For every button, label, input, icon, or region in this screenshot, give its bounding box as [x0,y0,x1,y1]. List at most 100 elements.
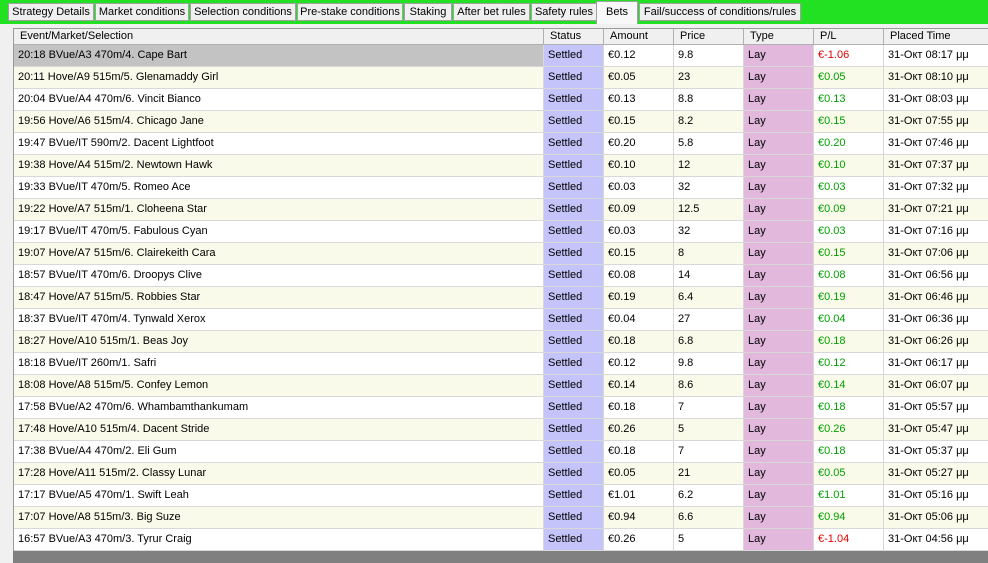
bet-status-cell: Settled [544,529,604,551]
bet-event-cell: 19:47 BVue/IT 590m/2. Dacent Lightfoot [14,133,544,155]
bet-placed-time-cell: 31-Окт 04:56 μμ [884,529,988,551]
grid-header: Event/Market/Selection Status Amount Pri… [14,29,988,45]
table-row[interactable]: 17:58 BVue/A2 470m/6. Whambamthankumam Se… [14,397,988,419]
bet-price-cell: 12.5 [674,199,744,221]
bet-placed-time-cell: 31-Окт 07:37 μμ [884,155,988,177]
table-row[interactable]: 20:11 Hove/A9 515m/5. Glenamaddy Girl Set… [14,67,988,89]
bet-pl-cell: €0.15 [814,243,884,265]
table-row[interactable]: 19:22 Hove/A7 515m/1. Cloheena Star Settl… [14,199,988,221]
bet-amount-cell: €0.18 [604,331,674,353]
tab-strategy-details[interactable]: Strategy Details [8,3,94,21]
tab-pre-stake-conditions[interactable]: Pre-stake conditions [297,3,403,21]
bet-price-cell: 5.8 [674,133,744,155]
table-row[interactable]: 20:04 BVue/A4 470m/6. Vincit Bianco Settl… [14,89,988,111]
bet-price-cell: 6.6 [674,507,744,529]
bet-price-cell: 7 [674,441,744,463]
tab-market-conditions[interactable]: Market conditions [95,3,189,21]
table-row[interactable]: 16:57 BVue/A3 470m/3. Tyrur Craig Settled… [14,529,988,551]
table-row[interactable]: 19:56 Hove/A6 515m/4. Chicago Jane Settle… [14,111,988,133]
bet-amount-cell: €0.19 [604,287,674,309]
column-header-status[interactable]: Status [544,29,604,45]
bet-type-cell: Lay [744,111,814,133]
bet-amount-cell: €0.26 [604,419,674,441]
bet-placed-time-cell: 31-Окт 06:26 μμ [884,331,988,353]
bet-event-cell: 17:28 Hove/A11 515m/2. Classy Lunar [14,463,544,485]
table-row[interactable]: 19:47 BVue/IT 590m/2. Dacent Lightfoot Se… [14,133,988,155]
table-row[interactable]: 17:07 Hove/A8 515m/3. Big Suze Settled €0.… [14,507,988,529]
table-row[interactable]: 18:37 BVue/IT 470m/4. Tynwald Xerox Settl… [14,309,988,331]
bet-type-cell: Lay [744,353,814,375]
bet-status-cell: Settled [544,375,604,397]
table-row[interactable]: 18:08 Hove/A8 515m/5. Confey Lemon Settle… [14,375,988,397]
bet-price-cell: 21 [674,463,744,485]
column-header-placed-time[interactable]: Placed Time [884,29,988,45]
bet-type-cell: Lay [744,463,814,485]
table-row[interactable]: 17:48 Hove/A10 515m/4. Dacent Stride Sett… [14,419,988,441]
bet-type-cell: Lay [744,287,814,309]
table-row[interactable]: 19:17 BVue/IT 470m/5. Fabulous Cyan Settl… [14,221,988,243]
bet-pl-cell: €-1.04 [814,529,884,551]
table-row[interactable]: 19:38 Hove/A4 515m/2. Newtown Hawk Settle… [14,155,988,177]
bet-amount-cell: €0.15 [604,111,674,133]
bet-amount-cell: €0.18 [604,397,674,419]
bet-placed-time-cell: 31-Окт 07:55 μμ [884,111,988,133]
column-header-pl[interactable]: P/L [814,29,884,45]
bet-price-cell: 6.8 [674,331,744,353]
bet-status-cell: Settled [544,133,604,155]
tab-selection-conditions[interactable]: Selection conditions [190,3,296,21]
table-row[interactable]: 18:18 BVue/IT 260m/1. Safri Settled €0.12 9… [14,353,988,375]
bet-pl-cell: €-1.06 [814,45,884,67]
bet-type-cell: Lay [744,243,814,265]
bet-amount-cell: €0.08 [604,265,674,287]
bet-event-cell: 17:07 Hove/A8 515m/3. Big Suze [14,507,544,529]
bet-pl-cell: €0.94 [814,507,884,529]
tab-strip: Strategy Details Market conditions Selec… [0,0,988,24]
tab-safety-rules[interactable]: Safety rules [531,3,597,21]
tab-staking[interactable]: Staking [404,3,452,21]
bet-pl-cell: €0.20 [814,133,884,155]
bet-placed-time-cell: 31-Окт 06:36 μμ [884,309,988,331]
bet-event-cell: 19:17 BVue/IT 470m/5. Fabulous Cyan [14,221,544,243]
column-header-event[interactable]: Event/Market/Selection [14,29,544,45]
tab-bets[interactable]: Bets [596,1,638,24]
bet-placed-time-cell: 31-Окт 05:57 μμ [884,397,988,419]
table-row[interactable]: 18:47 Hove/A7 515m/5. Robbies Star Settle… [14,287,988,309]
table-row[interactable]: 18:57 BVue/IT 470m/6. Droopys Clive Settl… [14,265,988,287]
bet-type-cell: Lay [744,441,814,463]
bet-pl-cell: €0.19 [814,287,884,309]
bet-pl-cell: €0.26 [814,419,884,441]
bet-placed-time-cell: 31-Окт 07:21 μμ [884,199,988,221]
bet-placed-time-cell: 31-Окт 08:10 μμ [884,67,988,89]
table-row[interactable]: 18:27 Hove/A10 515m/1. Beas Joy Settled €0… [14,331,988,353]
bet-price-cell: 8.2 [674,111,744,133]
bet-pl-cell: €0.03 [814,221,884,243]
table-row[interactable]: 19:07 Hove/A7 515m/6. Clairekeith Cara Se… [14,243,988,265]
bet-pl-cell: €0.08 [814,265,884,287]
table-row[interactable]: 17:38 BVue/A4 470m/2. Eli Gum Settled €0.1… [14,441,988,463]
bet-price-cell: 5 [674,419,744,441]
bet-amount-cell: €1.01 [604,485,674,507]
bet-amount-cell: €0.05 [604,463,674,485]
table-row[interactable]: 17:28 Hove/A11 515m/2. Classy Lunar Settl… [14,463,988,485]
bet-amount-cell: €0.14 [604,375,674,397]
tab-fail-success-conditions-rules[interactable]: Fail/success of conditions/rules [639,3,801,21]
bet-placed-time-cell: 31-Окт 05:47 μμ [884,419,988,441]
table-row[interactable]: 20:18 BVue/A3 470m/4. Cape Bart Settled €0… [14,45,988,67]
column-header-type[interactable]: Type [744,29,814,45]
table-row[interactable]: 19:33 BVue/IT 470m/5. Romeo Ace Settled €0… [14,177,988,199]
column-header-price[interactable]: Price [674,29,744,45]
table-row[interactable]: 17:17 BVue/A5 470m/1. Swift Leah Settled €… [14,485,988,507]
bet-amount-cell: €0.18 [604,441,674,463]
bet-type-cell: Lay [744,265,814,287]
column-header-amount[interactable]: Amount [604,29,674,45]
bet-status-cell: Settled [544,353,604,375]
bet-status-cell: Settled [544,485,604,507]
bet-amount-cell: €0.26 [604,529,674,551]
bet-status-cell: Settled [544,177,604,199]
bets-panel: Event/Market/Selection Status Amount Pri… [0,24,988,563]
bet-placed-time-cell: 31-Окт 06:17 μμ [884,353,988,375]
bet-event-cell: 19:33 BVue/IT 470m/5. Romeo Ace [14,177,544,199]
bet-status-cell: Settled [544,287,604,309]
tab-after-bet-rules[interactable]: After bet rules [453,3,530,21]
bet-event-cell: 18:18 BVue/IT 260m/1. Safri [14,353,544,375]
